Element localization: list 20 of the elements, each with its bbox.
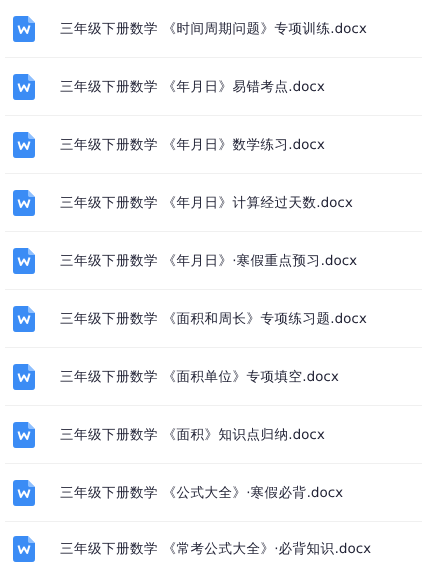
file-name[interactable]: 三年级下册数学 《面积》知识点归纳.docx <box>60 426 325 444</box>
word-document-icon <box>13 248 35 274</box>
file-name[interactable]: 三年级下册数学 《年月日》易错考点.docx <box>60 78 325 96</box>
word-document-icon <box>13 480 35 506</box>
file-name[interactable]: 三年级下册数学 《面积单位》专项填空.docx <box>60 368 339 386</box>
word-document-icon <box>13 364 35 390</box>
file-name[interactable]: 三年级下册数学 《年月日》·寒假重点预习.docx <box>60 252 358 270</box>
file-name[interactable]: 三年级下册数学 《常考公式大全》·必背知识.docx <box>60 540 372 558</box>
word-document-icon <box>13 422 35 448</box>
file-name[interactable]: 三年级下册数学 《时间周期问题》专项训练.docx <box>60 20 367 38</box>
file-name[interactable]: 三年级下册数学 《年月日》计算经过天数.docx <box>60 194 353 212</box>
word-document-icon <box>13 132 35 158</box>
word-document-icon <box>13 306 35 332</box>
file-name[interactable]: 三年级下册数学 《面积和周长》专项练习题.docx <box>60 310 367 328</box>
word-document-icon <box>13 74 35 100</box>
word-document-icon <box>13 190 35 216</box>
file-name[interactable]: 三年级下册数学 《年月日》数学练习.docx <box>60 136 325 154</box>
file-name[interactable]: 三年级下册数学 《公式大全》·寒假必背.docx <box>60 484 344 502</box>
word-document-icon <box>13 16 35 42</box>
word-document-icon <box>13 536 35 562</box>
